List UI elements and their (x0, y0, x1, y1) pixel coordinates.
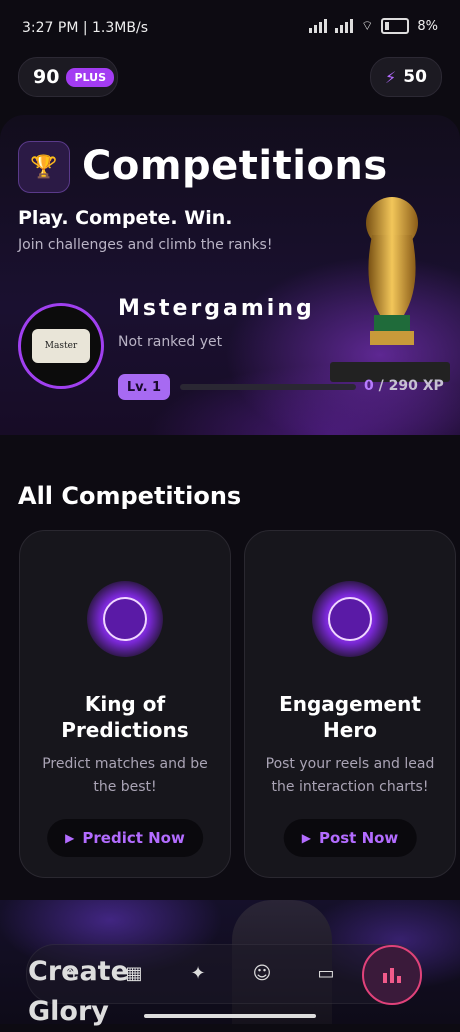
competition-card-engagement[interactable]: Engagement Hero Post your reels and lead… (244, 530, 456, 878)
leaderboard-icon[interactable] (362, 945, 422, 1005)
competition-description: Post your reels and lead the interaction… (265, 756, 435, 795)
xp-progress-bar (180, 384, 356, 390)
home-icon[interactable]: ⌂ (58, 962, 82, 984)
world-cup-trophy-image (366, 197, 418, 345)
soccer-ball-icon (87, 581, 163, 657)
energy-value: 50 (403, 67, 427, 87)
sparkles-icon[interactable]: ✦ (186, 962, 210, 984)
banner-text-line2: Glory (28, 996, 109, 1027)
section-title: All Competitions (18, 482, 242, 510)
hero-subtitle: Join challenges and climb the ranks! (18, 237, 273, 253)
competition-description: Predict matches and be the best! (42, 756, 208, 795)
battery-icon (381, 18, 410, 34)
play-icon: ▶ (65, 831, 75, 845)
status-bar: 3:27 PM | 1.3MB/s ⌔ 8% (0, 0, 460, 56)
predict-now-button[interactable]: ▶ Predict Now (47, 819, 203, 857)
video-icon[interactable]: ▭ (314, 962, 338, 984)
coins-value: 90 (33, 66, 60, 88)
battery-level: 8% (417, 18, 438, 34)
competition-title: Engagement Hero (279, 692, 421, 742)
page-title: Competitions (82, 143, 388, 189)
most-engaging-badge-icon (312, 581, 388, 657)
post-now-button[interactable]: ▶ Post Now (283, 819, 417, 857)
button-label: Predict Now (82, 829, 185, 847)
lightning-icon: ⚡ (385, 67, 397, 87)
stadium-icon[interactable]: ▦ (122, 962, 146, 984)
wifi-icon: ⌔ (361, 19, 374, 34)
competition-title: King of Predictions (61, 692, 189, 742)
signal-icon-2 (335, 19, 354, 33)
level-badge: Lv. 1 (118, 374, 170, 400)
play-icon: ▶ (301, 831, 311, 845)
status-time: 3:27 PM | 1.3MB/s (22, 20, 148, 36)
competition-card-predictions[interactable]: King of Predictions Predict matches and … (19, 530, 231, 878)
hero-tagline: Play. Compete. Win. (18, 207, 233, 229)
coins-pill[interactable]: 90 PLUS (18, 57, 118, 97)
home-indicator[interactable] (144, 1014, 316, 1018)
avatar-logo: Master (32, 329, 90, 363)
xp-label: 0 / 290 XP (364, 378, 444, 394)
profile-icon[interactable]: ☺ (250, 962, 274, 984)
rank-status: Not ranked yet (118, 334, 223, 350)
button-label: Post Now (318, 829, 399, 847)
avatar[interactable]: Master (18, 303, 104, 389)
energy-pill[interactable]: ⚡ 50 (370, 57, 442, 97)
plus-badge: PLUS (66, 67, 114, 87)
xp-total: / 290 XP (373, 378, 444, 394)
signal-icon (309, 19, 328, 33)
trophy-icon: 🏆 (18, 141, 70, 193)
xp-current: 0 (364, 378, 374, 394)
username: Mstergaming (118, 296, 315, 321)
status-icons: ⌔ 8% (309, 18, 438, 34)
